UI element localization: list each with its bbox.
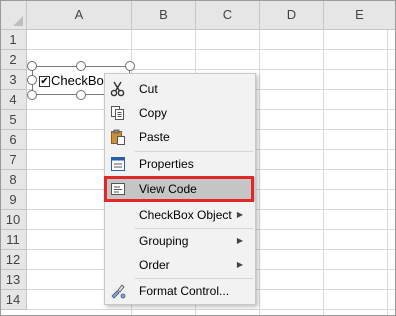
column-header-c[interactable]: C [196, 0, 260, 30]
menu-item-copy[interactable]: Copy [105, 101, 255, 125]
menu-item-properties[interactable]: Properties [105, 152, 255, 176]
column-header-d[interactable]: D [260, 0, 324, 30]
resize-handle-left[interactable] [27, 75, 37, 85]
select-all-corner[interactable] [0, 0, 27, 30]
row-header-3[interactable]: 3 [0, 70, 27, 90]
menu-item-cut[interactable]: Cut [105, 77, 255, 101]
view-code-icon [109, 180, 127, 198]
menu-item-paste[interactable]: Paste [105, 125, 255, 149]
gridline [27, 309, 396, 310]
submenu-arrow-icon: ▶ [236, 260, 243, 269]
menu-item-label: CheckBox Object [139, 208, 232, 222]
menu-item-label: Properties [139, 157, 194, 171]
menu-item-checkbox-object[interactable]: CheckBox Object ▶ [105, 203, 255, 227]
resize-handle-top-right[interactable] [125, 61, 135, 71]
checkbox-check[interactable]: ✔ [39, 76, 50, 87]
menu-item-label: Format Control... [139, 284, 230, 298]
copy-icon [109, 104, 127, 122]
menu-item-view-code[interactable]: View Code [105, 177, 255, 201]
row-header-6[interactable]: 6 [0, 130, 27, 150]
row-header-12[interactable]: 12 [0, 250, 27, 270]
excel-sheet: A B C D E 1 2 3 4 5 6 7 8 9 10 11 12 13 … [0, 0, 396, 316]
gridline [27, 49, 396, 50]
row-header-14[interactable]: 14 [0, 290, 27, 310]
row-header-10[interactable]: 10 [0, 210, 27, 230]
resize-handle-bottom-left[interactable] [27, 90, 37, 100]
column-header-e[interactable]: E [324, 0, 396, 30]
row-header-1[interactable]: 1 [0, 30, 27, 50]
row-header-5[interactable]: 5 [0, 110, 27, 130]
scissors-icon [109, 80, 127, 98]
row-header-2[interactable]: 2 [0, 50, 27, 70]
checkbox-label: CheckBox [51, 73, 111, 88]
row-header-9[interactable]: 9 [0, 190, 27, 210]
context-menu: Cut Copy Paste Properties View Code Chec… [104, 73, 256, 305]
resize-handle-top-left[interactable] [27, 61, 37, 71]
column-header-b[interactable]: B [132, 0, 196, 30]
menu-item-label: Cut [139, 82, 158, 96]
menu-item-format-control[interactable]: Format Control... [105, 279, 255, 303]
menu-item-label: View Code [139, 182, 197, 196]
gridline [387, 30, 388, 316]
gridline [259, 30, 260, 316]
menu-item-order[interactable]: Order ▶ [105, 253, 255, 277]
row-header-11[interactable]: 11 [0, 230, 27, 250]
row-header-8[interactable]: 8 [0, 170, 27, 190]
submenu-arrow-icon: ▶ [236, 236, 243, 245]
gridline [323, 30, 324, 316]
menu-item-label: Grouping [139, 234, 189, 248]
paste-icon [109, 128, 127, 146]
resize-handle-bottom[interactable] [76, 90, 86, 100]
menu-item-label: Paste [139, 130, 170, 144]
format-control-icon [109, 282, 127, 300]
menu-item-label: Copy [139, 106, 168, 120]
resize-handle-top[interactable] [76, 61, 86, 71]
menu-item-grouping[interactable]: Grouping ▶ [105, 229, 255, 253]
row-header-7[interactable]: 7 [0, 150, 27, 170]
properties-icon [109, 155, 127, 173]
menu-item-label: Order [139, 258, 170, 272]
row-header-13[interactable]: 13 [0, 270, 27, 290]
row-header-4[interactable]: 4 [0, 90, 27, 110]
submenu-arrow-icon: ▶ [236, 210, 243, 219]
column-header-a[interactable]: A [27, 0, 132, 30]
